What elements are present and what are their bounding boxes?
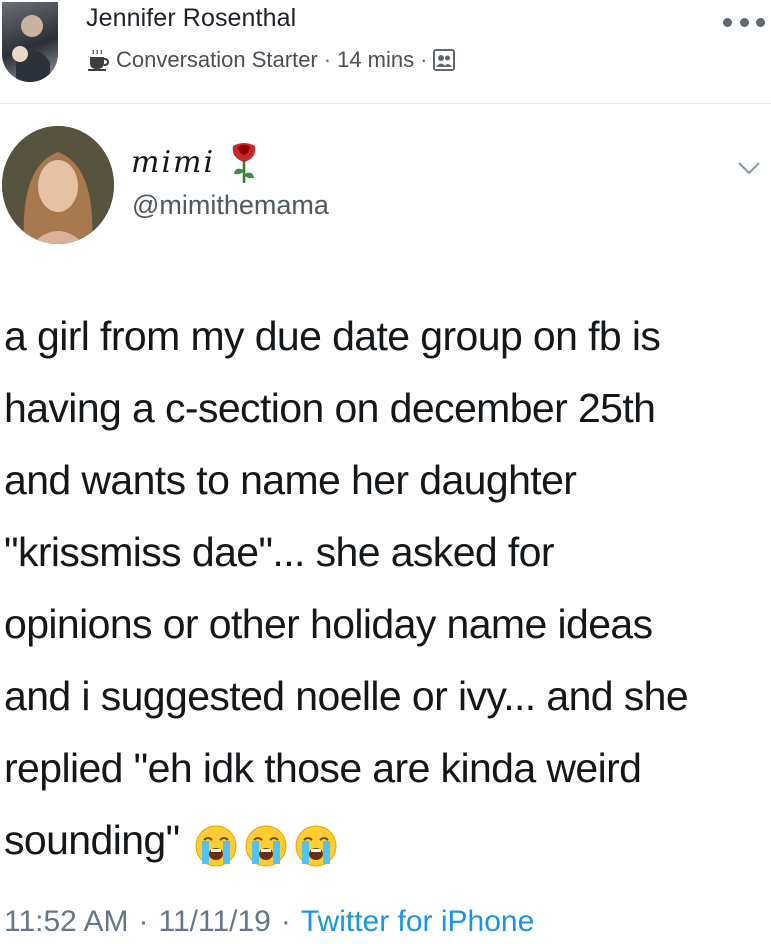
- tweet-footer: 11:52 AM · 11/11/19 · Twitter for iPhone: [4, 902, 534, 942]
- post-time[interactable]: 14 mins: [337, 47, 414, 73]
- header-divider: [0, 103, 771, 104]
- author-avatar[interactable]: [2, 2, 58, 82]
- tweet-handle[interactable]: @mimithemama: [132, 190, 329, 221]
- author-name[interactable]: Jennifer Rosenthal: [86, 4, 296, 33]
- tweet-text-line: and i suggested noelle or ivy... and she: [4, 673, 689, 719]
- tweet-date[interactable]: 11/11/19: [159, 905, 271, 939]
- facebook-post-header: Jennifer Rosenthal Conversation Starter …: [0, 0, 771, 100]
- tweet-time[interactable]: 11:52 AM: [4, 905, 129, 939]
- tweet-text-line: a girl from my due date group on fb is: [4, 313, 661, 359]
- friends-audience-icon[interactable]: [433, 49, 456, 71]
- loudly-crying-face-icon: [244, 818, 288, 867]
- tweet-source-link[interactable]: Twitter for iPhone: [301, 905, 534, 939]
- post-meta: Conversation Starter · 14 mins ·: [86, 46, 456, 74]
- meta-separator: ·: [420, 47, 428, 72]
- badge-label[interactable]: Conversation Starter: [116, 47, 318, 73]
- loudly-crying-face-icon: [194, 818, 238, 867]
- meta-separator: ·: [323, 47, 332, 72]
- loudly-crying-face-icon: [294, 818, 338, 867]
- tweet-text-line: having a c-section on december 25th: [4, 385, 656, 431]
- tweet-text-line: and wants to name her daughter: [4, 457, 577, 503]
- footer-separator: ·: [280, 905, 291, 938]
- tweet-author-avatar[interactable]: [2, 126, 114, 244]
- tweet-display-name[interactable]: mimi: [131, 140, 259, 184]
- rose-icon: [229, 140, 259, 184]
- emoji-row: [194, 818, 338, 867]
- coffee-cup-icon: [86, 48, 110, 72]
- tweet-text: a girl from my due date group on fb is h…: [4, 300, 764, 876]
- tweet-text-line: replied "eh idk those are kinda weird: [4, 745, 642, 791]
- display-name-text: mimi: [131, 144, 216, 180]
- tweet-text-last-line: sounding": [4, 804, 764, 876]
- footer-separator: ·: [138, 905, 149, 938]
- more-options-icon[interactable]: [723, 10, 765, 34]
- tweet-text-line: "krissmiss dae"... she asked for: [4, 529, 555, 575]
- chevron-down-icon[interactable]: [737, 156, 761, 180]
- tweet-text-line: sounding": [4, 817, 180, 863]
- tweet-text-line: opinions or other holiday name ideas: [4, 601, 653, 647]
